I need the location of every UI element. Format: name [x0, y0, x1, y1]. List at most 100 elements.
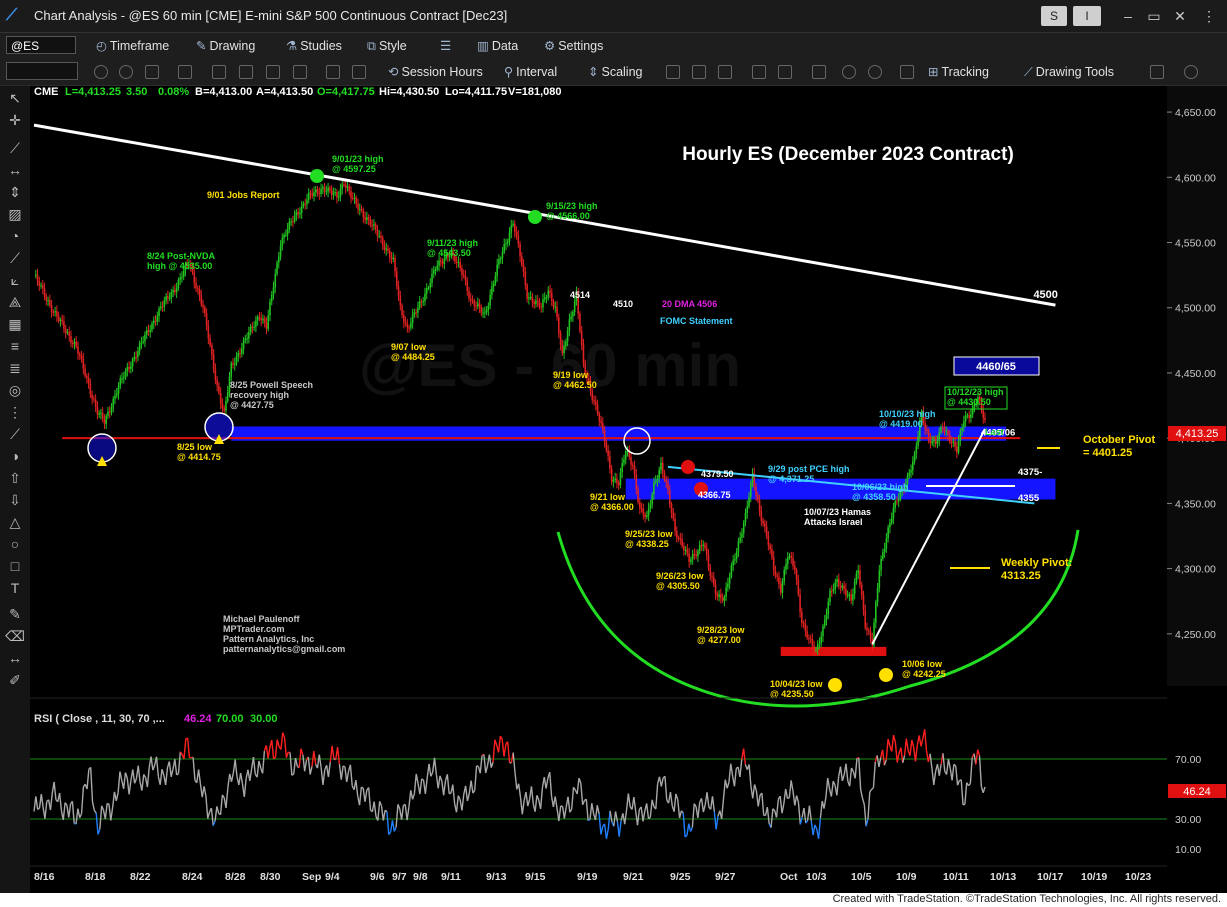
maximize-icon[interactable]: ▭: [1141, 6, 1167, 26]
candle-body: [561, 344, 564, 354]
interval-input[interactable]: [6, 62, 78, 80]
ellipse-tool-icon[interactable]: ◑: [5, 446, 25, 466]
candle-body: [149, 330, 152, 332]
object-list-icon[interactable]: ✐: [5, 670, 25, 690]
zoom-in-icon[interactable]: [842, 65, 856, 79]
drawing-menu[interactable]: ✎ Drawing: [196, 37, 255, 55]
candle-body: [600, 420, 602, 424]
fan-tool-icon[interactable]: ⟀: [5, 270, 25, 290]
fib-grid-icon[interactable]: ▦: [5, 314, 25, 334]
tool-b-icon[interactable]: [239, 65, 253, 79]
data-menu[interactable]: ▥ Data: [477, 37, 518, 55]
channel-tool-icon[interactable]: ▨: [5, 204, 25, 224]
ray-tool-icon[interactable]: ↔: [5, 160, 25, 180]
style-menu[interactable]: ⧉ Style: [367, 37, 407, 55]
candle-body: [154, 320, 157, 322]
drawing-tools-menu[interactable]: ⟋ Drawing Tools: [1024, 63, 1114, 81]
tool-a-icon[interactable]: [212, 65, 226, 79]
candle-style-icon[interactable]: [692, 65, 706, 79]
cycle-lines-icon[interactable]: ⋮: [5, 402, 25, 422]
candle-body: [639, 501, 641, 509]
trendline-tool-icon[interactable]: ⟋: [5, 138, 25, 158]
tool-d-icon[interactable]: [293, 65, 307, 79]
candle-body: [727, 583, 729, 588]
arrow-up-icon[interactable]: ⇧: [5, 468, 25, 488]
triangle-tool-icon[interactable]: △: [5, 512, 25, 532]
annotation-line: 4366.75: [698, 490, 731, 500]
candle-body: [711, 575, 713, 578]
date-tick-label: 9/21: [623, 871, 644, 883]
price-tick-label: 4,550.00: [1175, 238, 1216, 250]
candle-body: [723, 596, 726, 601]
candle-body: [933, 439, 935, 442]
export-icon[interactable]: [1150, 65, 1164, 79]
scaling-menu[interactable]: ⇕ Scaling: [588, 63, 642, 81]
tool-c-icon[interactable]: [266, 65, 280, 79]
level-label: 4355: [1018, 493, 1040, 504]
candle-body: [943, 427, 946, 432]
zoom-box-icon[interactable]: [178, 65, 192, 79]
workspace-i-button[interactable]: I: [1073, 6, 1101, 26]
layout-icon[interactable]: ☰: [440, 37, 454, 55]
grid-icon[interactable]: [900, 65, 914, 79]
arrow-down-icon[interactable]: ⇩: [5, 490, 25, 510]
annotation-line: 4379.50: [701, 469, 734, 479]
tool-e-icon[interactable]: [326, 65, 340, 79]
zoom-out-icon[interactable]: [868, 65, 882, 79]
text-tool-icon[interactable]: T: [5, 578, 25, 598]
chat-icon[interactable]: [1184, 65, 1198, 79]
interval-menu[interactable]: ⚲ Interval: [504, 63, 557, 81]
candle-body: [515, 231, 518, 236]
regression-icon[interactable]: ⟋: [5, 424, 25, 444]
candle-body: [239, 353, 241, 355]
candle-body: [779, 583, 782, 593]
candle-body: [429, 283, 432, 288]
fib-extension-icon[interactable]: ≣: [5, 358, 25, 378]
circle-tool-icon[interactable]: ○: [5, 534, 25, 554]
candle-body: [822, 626, 824, 637]
pencil-tool-icon[interactable]: ✎: [5, 604, 25, 624]
tool-h-icon[interactable]: [778, 65, 792, 79]
fib-retracement-icon[interactable]: ≡: [5, 336, 25, 356]
horizontal-line-icon[interactable]: ⇕: [5, 182, 25, 202]
chart-area[interactable]: @ES - 60 min 4,650.004,600.004,550.004,5…: [30, 86, 1227, 893]
studies-menu[interactable]: ⚗ Studies: [286, 37, 342, 55]
clock-icon: ◴: [96, 39, 107, 53]
tracking-menu[interactable]: ⊞ Tracking: [928, 63, 989, 81]
tool-f-icon[interactable]: [352, 65, 366, 79]
cursor-icon[interactable]: ↖: [5, 88, 25, 108]
circle-tool-2-icon[interactable]: [119, 65, 133, 79]
session-hours-menu[interactable]: ⟲ Session Hours: [388, 63, 483, 81]
timeframe-menu[interactable]: ◴ Timeframe: [96, 37, 169, 55]
square-tool-icon[interactable]: [145, 65, 159, 79]
workspace-s-button[interactable]: S: [1041, 6, 1067, 26]
date-tick-label: Sep: [302, 871, 321, 883]
candle-body: [742, 522, 745, 534]
expand-icon[interactable]: ↔: [5, 648, 25, 668]
bar-style-icon[interactable]: [666, 65, 680, 79]
annotation-line: @ 4366.00: [590, 502, 634, 512]
candle-body: [631, 464, 634, 466]
tool-g-icon[interactable]: [752, 65, 766, 79]
speedline-icon[interactable]: ⟋: [5, 248, 25, 268]
minimize-icon[interactable]: –: [1115, 6, 1141, 26]
menu-dots-icon[interactable]: ⋮: [1196, 6, 1222, 26]
fib-circle-icon[interactable]: ◎: [5, 380, 25, 400]
andrews-pitchfork-icon[interactable]: ⟁: [5, 292, 25, 312]
rectangle-tool-icon[interactable]: □: [5, 556, 25, 576]
line-style-icon[interactable]: [718, 65, 732, 79]
chart-annotation: 9/11/23 high @ 4543.50: [427, 238, 478, 258]
crosshair-icon[interactable]: ✛: [5, 110, 25, 130]
candle-body: [725, 587, 727, 597]
settings-menu[interactable]: ⚙ Settings: [544, 37, 603, 55]
copyright-text: Created with TradeStation. ©TradeStation…: [832, 893, 1221, 905]
eraser-icon[interactable]: ⌫: [5, 626, 25, 646]
symbol-input[interactable]: @ES: [6, 36, 76, 54]
close-icon[interactable]: ✕: [1167, 6, 1193, 26]
candle-body: [845, 589, 847, 596]
tool-i-icon[interactable]: [812, 65, 826, 79]
candle-body: [292, 221, 294, 223]
gann-tool-icon[interactable]: ◔: [5, 226, 25, 246]
candle-body: [982, 410, 985, 418]
circle-tool-icon[interactable]: [94, 65, 108, 79]
